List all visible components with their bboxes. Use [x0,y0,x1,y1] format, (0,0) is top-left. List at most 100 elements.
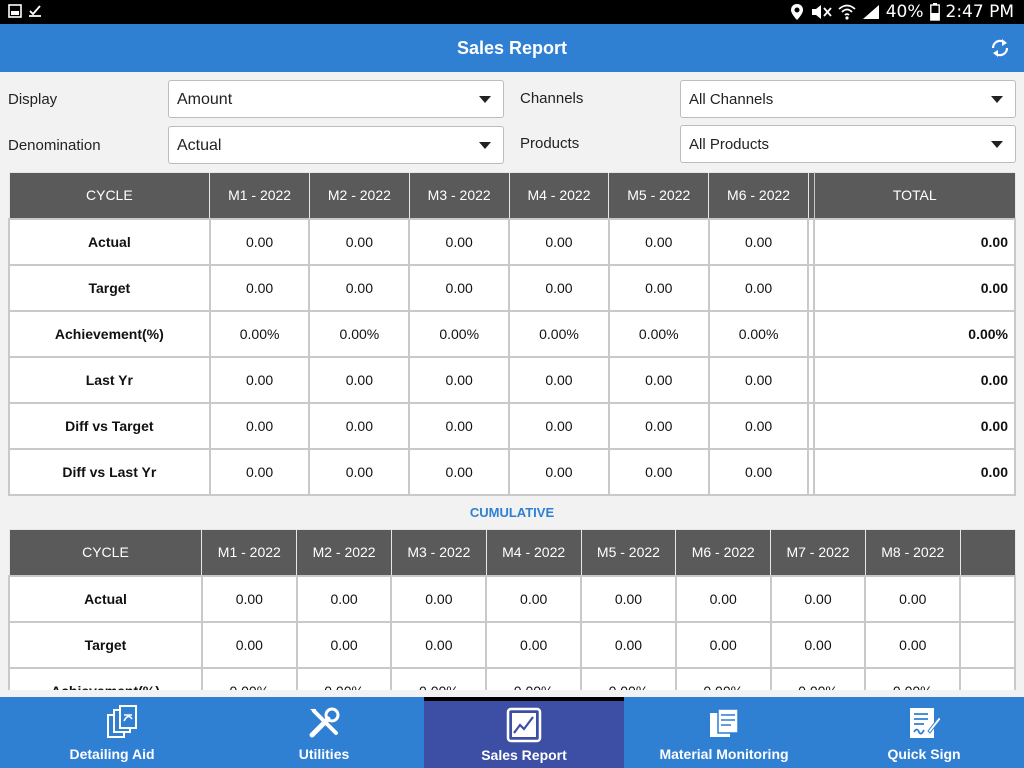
cell-value: 0.00 [208,217,311,266]
cell-value: 0.00% [200,666,298,690]
table-row: Last Yr 0.00 0.00 0.00 0.00 0.00 0.00 0.00 [8,355,1016,404]
nav-item-utilities[interactable]: Utilities [224,697,424,768]
nav-label: Quick Sign [887,746,961,762]
table-row: Target 0.00 0.00 0.00 0.00 0.00 0.00 0.00 0.00 [8,620,1016,669]
cell-value: 0.00 [580,620,677,669]
cell-value: 0.00 [508,401,610,450]
cell-value: 0.00 [508,263,610,312]
column-header: M4 - 2022 [485,529,582,576]
check-icon [29,5,41,17]
cell-value: 0.00 [674,574,772,623]
detailing-aid-icon [107,705,137,738]
table-row: Achievement(%)0.00%0.00%0.00%0.00%0.00%0… [8,666,1016,690]
denomination-select[interactable]: Actual [168,126,504,164]
cell-value: 0.00 [607,447,710,496]
location-icon [790,4,803,20]
display-label: Display [8,91,58,108]
table-row: Actual 0.00 0.00 0.00 0.00 0.00 0.00 0.00 0.00 [8,574,1016,623]
channels-label: Channels [520,90,584,107]
column-header: CYCLE [8,529,203,576]
row-label: Last Yr [8,355,211,404]
table-row: Achievement(%)0.00%0.00%0.00%0.00%0.00%0… [8,309,1016,358]
cell-value: 0.00 [308,217,411,266]
row-label: Diff vs Target [8,401,211,450]
cell-value: 0.00 [208,401,311,450]
cell-value: 0.00 [295,574,393,623]
denomination-label: Denomination [8,137,101,154]
cell-value: 0.00% [408,309,511,358]
cell-value: 0.00 [864,620,962,669]
monthly-table[interactable]: CYCLE M1 - 2022 M2 - 2022 M3 - 2022 M4 -… [8,172,1016,496]
nav-item-sales-report[interactable]: Sales Report [424,697,624,768]
cell-overflow [959,666,1016,690]
table-row: Diff vs Last Yr 0.00 0.00 0.00 0.00 0.00 0.00 0… [8,447,1016,496]
nav-item-quick-sign[interactable]: Quick Sign [824,697,1024,768]
cell-value: 0.00 [607,355,710,404]
display-select[interactable]: Amount [168,80,504,118]
column-header: M5 - 2022 [608,172,710,219]
clock: 2:47 PM [945,2,1015,22]
column-header: M2 - 2022 [308,172,410,219]
column-header: M3 - 2022 [390,529,487,576]
cell-value: 0.00 [707,263,810,312]
cell-value: 0.00% [308,309,411,358]
denomination-value: Actual [177,137,222,154]
cell-value: 0.00 [208,355,311,404]
column-header: M8 - 2022 [864,529,961,576]
table-row: Actual 0.00 0.00 0.00 0.00 0.00 0.00 0.00 [8,217,1016,266]
cell-value: 0.00% [508,309,610,358]
nav-item-detailing-aid[interactable]: Detailing Aid [0,697,224,768]
cell-value: 0.00% [769,666,867,690]
chevron-down-icon [479,142,491,149]
cell-value: 0.00 [308,355,411,404]
row-label: Target [8,263,211,312]
battery-icon [929,3,940,21]
cell-value: 0.00 [607,401,710,450]
cell-value: 0.00 [408,355,511,404]
products-label: Products [520,135,580,152]
nav-label: Material Monitoring [659,746,789,762]
battery-percent: 40% [885,2,924,22]
column-header: M3 - 2022 [408,172,510,219]
products-value: All Products [689,136,770,153]
column-header: M6 - 2022 [675,529,772,576]
cell-value: 0.00 [390,620,488,669]
cell-value: 0.00 [864,574,962,623]
cell-value: 0.00 [674,620,772,669]
mute-icon [811,5,832,19]
signature-icon [910,708,942,738]
cell-value: 0.00% [208,309,311,358]
cell-value: 0.00 [208,263,311,312]
chevron-down-icon [991,141,1003,148]
cell-value: 0.00% [707,309,810,358]
nav-item-material-monitoring[interactable]: Material Monitoring [624,697,824,768]
row-label: Achievement(%) [8,309,211,358]
column-header: M2 - 2022 [296,529,392,576]
cell-value: 0.00 [200,620,298,669]
cell-total: 0.00 [813,401,1016,450]
table-header-row: CYCLE M1 - 2022 M2 - 2022 M3 - 2022 M4 -… [8,172,1016,219]
cell-value: 0.00 [707,401,810,450]
cell-value: 0.00 [408,401,511,450]
cell-value: 0.00 [769,574,867,623]
cell-value: 0.00% [864,666,962,690]
cell-value: 0.00 [607,217,710,266]
row-label: Actual [8,217,211,266]
cell-value: 0.00 [580,574,677,623]
app-header: Sales Report [0,24,1024,72]
column-header: M7 - 2022 [770,529,866,576]
cell-value: 0.00 [408,447,511,496]
signal-icon [862,5,879,19]
cell-value: 0.00 [390,574,488,623]
gallery-icon [8,4,22,18]
cell-value: 0.00% [674,666,772,690]
products-select[interactable]: All Products [680,125,1016,163]
cumulative-table[interactable]: CYCLE M1 - 2022 M2 - 2022 M3 - 2022 M4 -… [8,529,1016,690]
cell-value: 0.00 [408,217,511,266]
column-header-overflow [959,529,1016,576]
refresh-icon[interactable] [988,36,1012,60]
row-label: Diff vs Last Yr [8,447,211,496]
cell-value: 0.00% [580,666,677,690]
cell-value: 0.00% [295,666,393,690]
channels-select[interactable]: All Channels [680,80,1016,118]
